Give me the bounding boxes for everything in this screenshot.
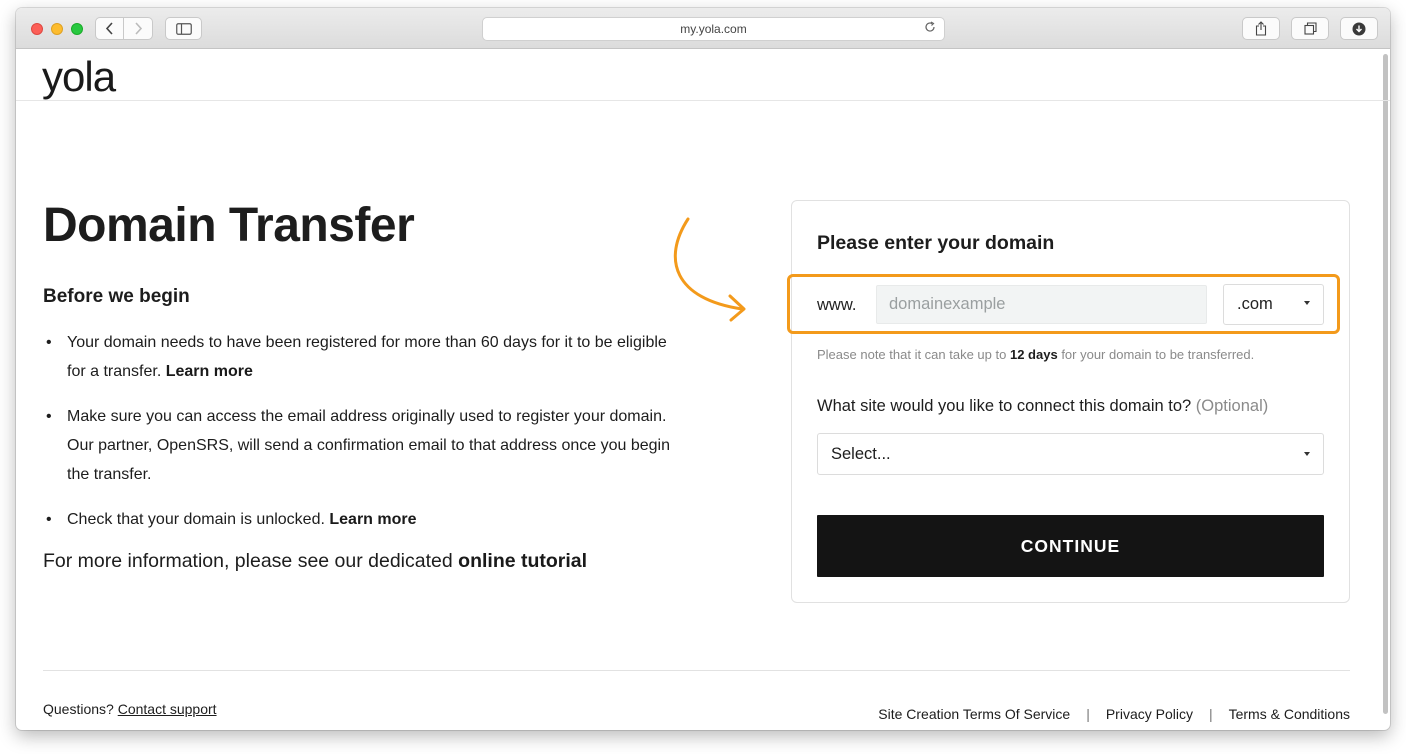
footer-separator: |	[1086, 706, 1090, 722]
note-days: 12 days	[1009, 347, 1058, 362]
site-select-value: Select...	[831, 444, 891, 463]
requirements-list: Your domain needs to have been registere…	[43, 328, 683, 534]
requirement-text: Make sure you can access the email addre…	[67, 408, 670, 483]
tabs-icon	[1303, 22, 1317, 35]
continue-button[interactable]: CONTINUE	[817, 515, 1324, 577]
site-question-text: What site would you like to connect this…	[817, 397, 1192, 415]
minimize-window-button[interactable]	[51, 23, 63, 35]
optional-label: (Optional)	[1195, 397, 1269, 415]
chevron-left-icon	[105, 22, 113, 35]
transfer-time-note: Please note that it can take up to 12 da…	[817, 347, 1254, 362]
share-icon	[1255, 21, 1267, 36]
www-prefix-label: www.	[817, 296, 857, 314]
close-window-button[interactable]	[31, 23, 43, 35]
site-select-dropdown[interactable]: Select...	[817, 433, 1324, 475]
chevron-right-icon	[134, 22, 142, 35]
site-connect-label: What site would you like to connect this…	[817, 397, 1268, 416]
history-nav	[95, 17, 153, 40]
online-tutorial-link[interactable]: online tutorial	[458, 550, 587, 572]
learn-more-link-registration[interactable]: Learn more	[166, 363, 253, 380]
privacy-policy-link[interactable]: Privacy Policy	[1106, 706, 1193, 722]
note-prefix: Please note that it can take up to	[817, 347, 1007, 362]
domain-name-input[interactable]	[876, 285, 1207, 324]
sidebar-toggle-button[interactable]	[165, 17, 202, 40]
zoom-window-button[interactable]	[71, 23, 83, 35]
footer-divider	[43, 670, 1350, 671]
more-info-text: For more information, please see our ded…	[43, 550, 683, 573]
address-bar[interactable]: my.yola.com	[482, 17, 945, 41]
browser-toolbar: my.yola.com	[16, 8, 1390, 49]
tabs-overview-button[interactable]	[1291, 17, 1329, 40]
footer-links: Site Creation Terms Of Service | Privacy…	[878, 706, 1350, 722]
more-info-prefix: For more information, please see our ded…	[43, 550, 453, 572]
form-title: Please enter your domain	[817, 232, 1055, 254]
contact-support-link[interactable]: Contact support	[118, 701, 217, 717]
requirement-item: Make sure you can access the email addre…	[43, 402, 683, 489]
domain-form-card: Please enter your domain www. .com Pleas…	[787, 200, 1350, 603]
note-suffix: for your domain to be transferred.	[1061, 347, 1255, 362]
back-button[interactable]	[95, 17, 124, 40]
page-scrollbar[interactable]	[1383, 54, 1388, 714]
share-button[interactable]	[1242, 17, 1280, 40]
caret-down-icon	[1304, 301, 1310, 305]
requirement-text: Check that your domain is unlocked.	[67, 511, 325, 528]
intro-section: Domain Transfer Before we begin Your dom…	[43, 198, 683, 573]
caret-down-icon	[1304, 452, 1310, 456]
terms-conditions-link[interactable]: Terms & Conditions	[1229, 706, 1350, 722]
tld-selected-value: .com	[1237, 295, 1273, 313]
terms-of-service-link[interactable]: Site Creation Terms Of Service	[878, 706, 1070, 722]
questions-prefix: Questions?	[43, 701, 114, 717]
questions-text: Questions? Contact support	[43, 701, 217, 717]
site-header: yola	[16, 49, 1390, 101]
reload-icon[interactable]	[924, 21, 936, 36]
before-we-begin-heading: Before we begin	[43, 286, 190, 307]
requirement-item: Your domain needs to have been registere…	[43, 328, 683, 386]
downloads-button[interactable]	[1340, 17, 1378, 40]
forward-button[interactable]	[124, 17, 153, 40]
curved-arrow-icon	[673, 217, 746, 322]
footer-separator: |	[1208, 706, 1213, 722]
download-icon	[1352, 22, 1366, 35]
url-text: my.yola.com	[680, 22, 747, 36]
page-title: Domain Transfer	[43, 199, 415, 252]
sidebar-icon	[175, 22, 192, 35]
requirement-item: Check that your domain is unlocked. Lear…	[43, 505, 683, 534]
learn-more-link-unlock[interactable]: Learn more	[329, 511, 416, 528]
tld-dropdown[interactable]: .com	[1223, 284, 1324, 325]
requirement-text: Your domain needs to have been registere…	[67, 334, 667, 380]
browser-window: my.yola.com yola Domain Transfer Before …	[16, 8, 1390, 730]
yola-logo[interactable]: yola	[42, 53, 116, 101]
